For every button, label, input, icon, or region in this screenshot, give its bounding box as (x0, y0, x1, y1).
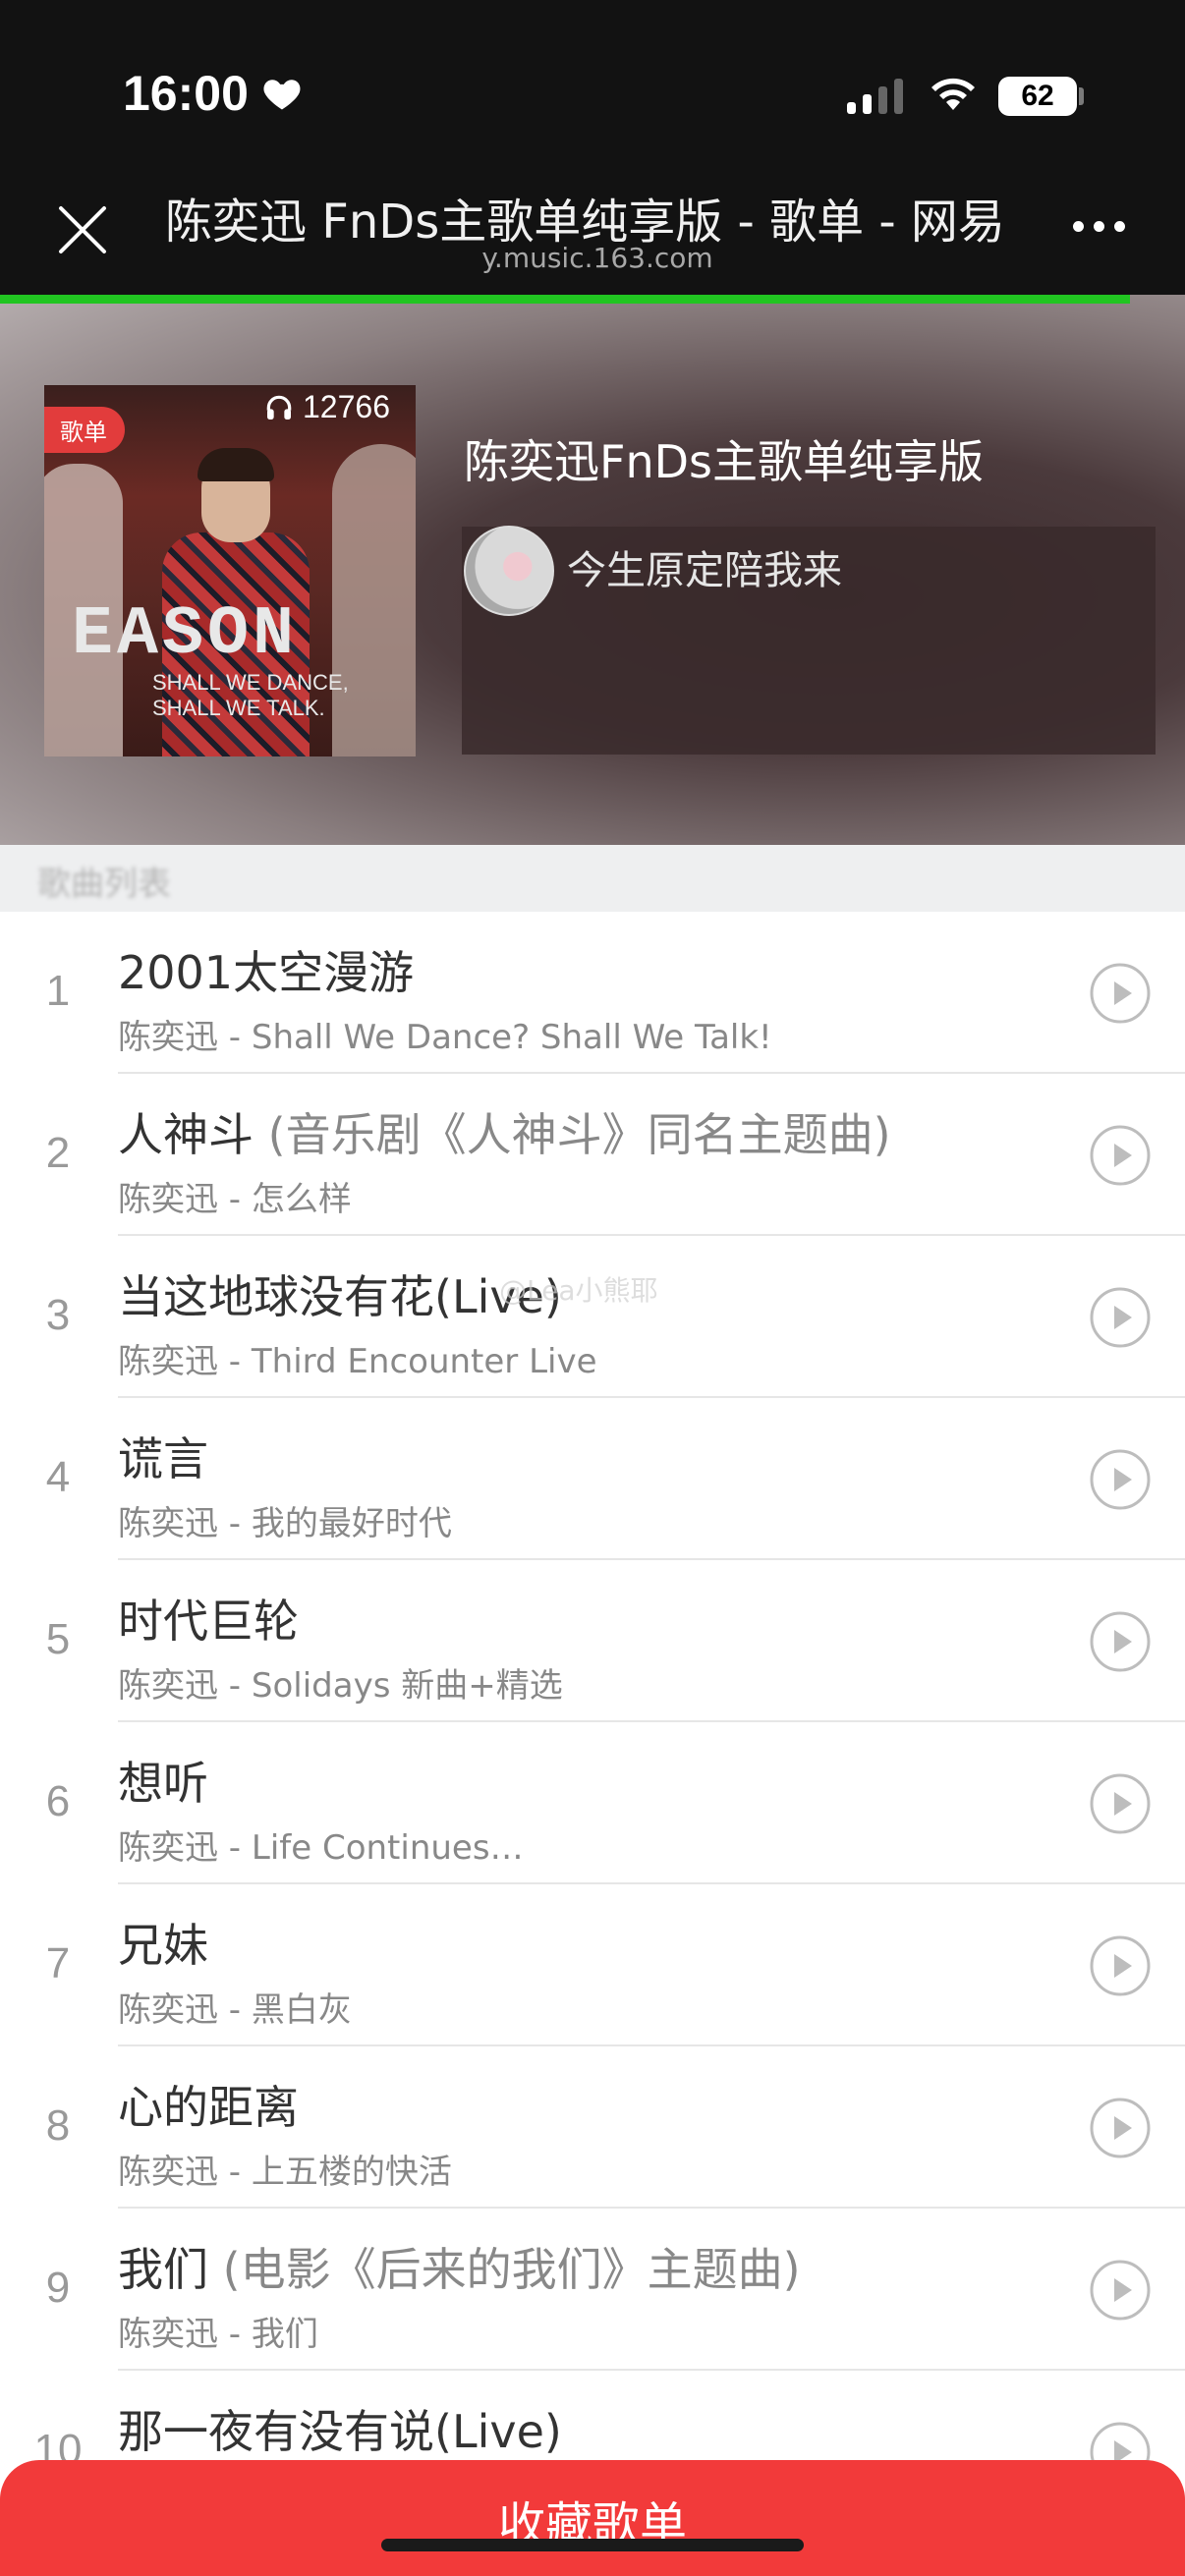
song-title: 兄妹 (118, 1910, 1061, 1975)
battery-level: 62 (1021, 80, 1054, 112)
song-meta: 陈奕迅 - Third Encounter Live (118, 1342, 597, 1381)
song-index: 8 (45, 2101, 71, 2150)
cover-subtitle: SHALL WE DANCE, SHALL WE TALK. (152, 670, 349, 720)
headphones-icon (266, 395, 292, 420)
song-title-text: 人神斗 (118, 1108, 254, 1161)
close-icon[interactable] (53, 200, 112, 259)
song-title: 那一夜有没有说(Live) (118, 2396, 1061, 2461)
more-icon[interactable] (1073, 221, 1125, 232)
song-index: 9 (45, 2264, 71, 2312)
cover-logo: EASON (72, 596, 299, 674)
page-title: 陈奕迅 FnDs主歌单纯享版 - 歌单 - 网易 (165, 195, 1005, 244)
play-count: 12766 (263, 389, 390, 425)
page-url: y.music.163.com (481, 242, 713, 274)
play-icon[interactable] (1089, 1610, 1152, 1673)
play-count-value: 12766 (303, 389, 390, 424)
song-title-extra: (电影《后来的我们》主题曲) (208, 2243, 801, 2296)
section-label: 歌曲列表 (37, 865, 171, 904)
playlist-badge: 歌单 (44, 407, 125, 453)
play-icon[interactable] (1089, 1934, 1152, 1997)
song-row[interactable]: 2 人神斗 (音乐剧《人神斗》同名主题曲) 陈奕迅 - 怎么样 (0, 1074, 1185, 1236)
song-row[interactable]: 4 谎言陈奕迅 - 我的最好时代 (0, 1398, 1185, 1560)
song-row[interactable]: 9 我们 (电影《后来的我们》主题曲) 陈奕迅 - 我们 (0, 2209, 1185, 2371)
heart-icon (263, 80, 301, 110)
status-time: 16:00 (123, 65, 304, 122)
song-index: 1 (45, 967, 71, 1015)
song-title-text: 当这地球没有花(Live) (118, 1270, 562, 1323)
wifi-icon (931, 78, 975, 110)
battery-tip (1079, 87, 1084, 105)
song-title: 2001太空漫游 (118, 937, 1061, 1002)
song-title: 心的距离 (118, 2072, 1061, 2137)
play-icon[interactable] (1089, 1448, 1152, 1511)
watermark: @Lea小熊耶 (499, 1274, 658, 1307)
song-index: 3 (45, 1291, 71, 1339)
song-title-text: 2001太空漫游 (118, 946, 415, 999)
song-title: 时代巨轮 (118, 1586, 1061, 1651)
play-icon[interactable] (1089, 2259, 1152, 2322)
creator-name[interactable]: 今生原定陪我来 (567, 538, 842, 595)
song-meta: 陈奕迅 - 怎么样 (118, 1180, 352, 1219)
song-row[interactable]: 8 心的距离陈奕迅 - 上五楼的快活 (0, 2046, 1185, 2209)
song-index: 6 (45, 1777, 71, 1825)
song-title-text: 想听 (118, 1757, 208, 1810)
song-title-text: 那一夜有没有说(Live) (118, 2405, 562, 2458)
song-title: 人神斗 (音乐剧《人神斗》同名主题曲) (118, 1099, 1061, 1164)
load-progress-bar (0, 295, 1130, 304)
song-meta: 陈奕迅 - 我的最好时代 (118, 1504, 452, 1543)
song-index: 2 (45, 1129, 71, 1177)
section-bar (0, 845, 1185, 912)
status-time-text: 16:00 (123, 66, 249, 121)
song-row[interactable]: 6 想听陈奕迅 - Life Continues… (0, 1722, 1185, 1884)
song-row[interactable]: 3 当这地球没有花(Live) 陈奕迅 - Third Encounter Live (0, 1236, 1185, 1398)
signal-icon (847, 79, 903, 114)
song-title-text: 时代巨轮 (118, 1595, 299, 1648)
song-index: 5 (45, 1615, 71, 1663)
battery-icon: 62 (998, 77, 1077, 116)
song-row[interactable]: 7 兄妹陈奕迅 - 黑白灰 (0, 1884, 1185, 2046)
play-icon[interactable] (1089, 1124, 1152, 1187)
song-meta: 陈奕迅 - Solidays 新曲+精选 (118, 1666, 563, 1706)
play-icon[interactable] (1089, 1772, 1152, 1835)
song-title-text: 兄妹 (118, 1919, 208, 1972)
song-meta: 陈奕迅 - 我们 (118, 2315, 318, 2354)
song-meta: 陈奕迅 - Life Continues… (118, 1828, 524, 1868)
home-indicator (381, 2539, 804, 2551)
playlist-title: 陈奕迅FnDs主歌单纯享版 (464, 435, 984, 488)
song-index: 7 (45, 1939, 71, 1988)
play-icon[interactable] (1089, 1286, 1152, 1349)
play-icon[interactable] (1089, 962, 1152, 1025)
play-icon[interactable] (1089, 2097, 1152, 2159)
song-title-extra: (音乐剧《人神斗》同名主题曲) (254, 1108, 891, 1161)
song-list: 1 2001太空漫游陈奕迅 - Shall We Dance? Shall We … (0, 912, 1185, 2533)
song-title-text: 心的距离 (118, 2081, 299, 2134)
song-meta: 陈奕迅 - 黑白灰 (118, 1990, 352, 2030)
song-meta: 陈奕迅 - 上五楼的快活 (118, 2153, 452, 2192)
song-title-text: 谎言 (118, 1432, 208, 1485)
creator-avatar[interactable] (464, 526, 554, 616)
song-index: 4 (45, 1453, 71, 1501)
song-row[interactable]: 1 2001太空漫游陈奕迅 - Shall We Dance? Shall We … (0, 912, 1185, 1074)
song-meta: 陈奕迅 - Shall We Dance? Shall We Talk! (118, 1018, 772, 1057)
song-title: 我们 (电影《后来的我们》主题曲) (118, 2234, 1061, 2299)
song-title-text: 我们 (118, 2243, 208, 2296)
song-title: 想听 (118, 1748, 1061, 1813)
song-row[interactable]: 5 时代巨轮陈奕迅 - Solidays 新曲+精选 (0, 1560, 1185, 1722)
song-title: 谎言 (118, 1424, 1061, 1488)
